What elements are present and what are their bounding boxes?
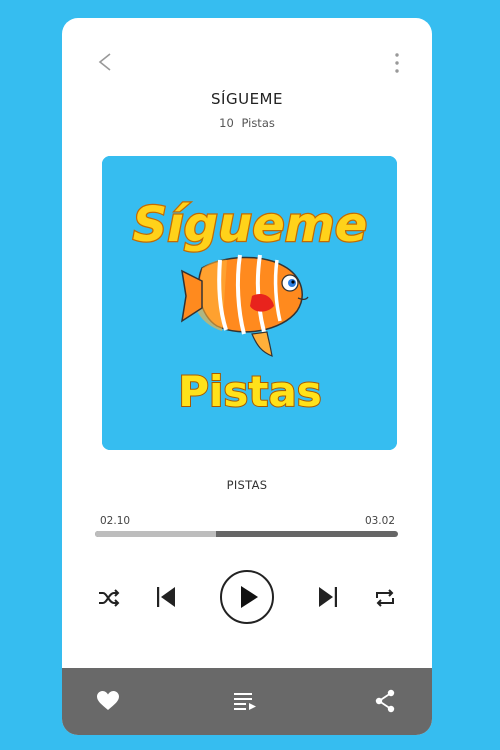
queue-button[interactable]	[232, 688, 258, 714]
next-track-button[interactable]	[316, 584, 340, 610]
repeat-button[interactable]	[373, 586, 397, 610]
more-vertical-icon	[395, 53, 399, 73]
chevron-left-icon	[98, 53, 111, 71]
shuffle-icon	[99, 589, 120, 607]
album-title: SÍGUEME	[211, 90, 283, 108]
progress-bar[interactable]	[95, 531, 398, 537]
album-cover: Sígueme Pistas	[102, 156, 397, 450]
playlist-icon	[234, 693, 256, 710]
more-options-button[interactable]	[392, 52, 402, 74]
progress-fill	[95, 531, 217, 537]
player-card: SÍGUEME 10 Pistas Sígueme Pistas PISTAS …	[62, 18, 432, 735]
skip-previous-icon	[157, 587, 175, 607]
album-cover-art: Sígueme Pistas	[102, 156, 397, 450]
top-bar	[62, 18, 432, 98]
previous-track-button[interactable]	[154, 584, 178, 610]
cover-subtitle-text: Pistas	[178, 367, 322, 416]
heart-icon	[97, 691, 119, 710]
bottom-bar	[62, 668, 432, 735]
repeat-icon	[376, 589, 394, 607]
now-playing-track: PISTAS	[226, 478, 268, 492]
elapsed-time: 02.10	[100, 515, 131, 527]
favorite-button[interactable]	[95, 688, 121, 714]
track-count-label: Pistas	[241, 116, 275, 130]
cover-title-text: Sígueme	[133, 197, 368, 253]
play-button[interactable]	[220, 570, 274, 624]
play-icon	[241, 586, 258, 608]
back-button[interactable]	[94, 51, 116, 73]
total-duration: 03.02	[364, 515, 395, 527]
skip-next-icon	[319, 587, 337, 607]
track-count-number: 10	[219, 116, 234, 130]
album-track-count: 10 Pistas	[62, 116, 432, 130]
share-button[interactable]	[372, 688, 398, 714]
share-icon	[375, 689, 395, 713]
shuffle-button[interactable]	[97, 586, 121, 610]
